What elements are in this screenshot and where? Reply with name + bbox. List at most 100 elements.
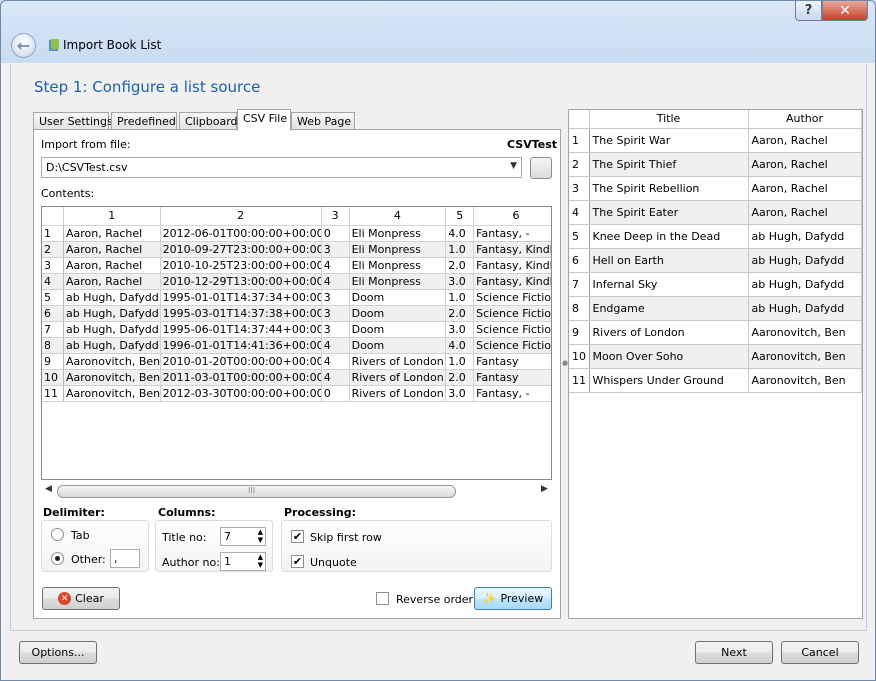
book-title: Whispers Under Ground	[589, 368, 749, 393]
list-item[interactable]: 7 Infernal Sky ab Hugh, Dafydd	[569, 272, 862, 297]
list-item[interactable]: 1 The Spirit War Aaron, Rachel	[569, 128, 862, 153]
chevron-down-icon[interactable]: ▼	[510, 161, 517, 171]
grid-horizontal-scrollbar[interactable]: ◀ III ▶	[41, 484, 552, 499]
scroll-grip: III	[248, 486, 256, 495]
book-title: The Spirit War	[589, 128, 749, 153]
unquote-checkbox[interactable]: ✔	[291, 555, 304, 568]
table-cell: Aaronovitch, Ben	[63, 369, 161, 386]
title-no-spinner[interactable]: 7 ▲ ▼	[220, 527, 266, 546]
list-item[interactable]: 5 Knee Deep in the Dead ab Hugh, Dafydd	[569, 224, 862, 249]
tab-csv-file[interactable]: CSV File	[237, 109, 291, 131]
table-cell: Aaron, Rachel	[63, 257, 161, 274]
list-item[interactable]: 9 Rivers of London Aaronovitch, Ben	[569, 320, 862, 345]
table-cell: 2.0	[445, 305, 475, 322]
table-cell: Science Fiction	[473, 321, 551, 338]
table-row[interactable]: 7 ab Hugh, Dafydd 1995-06-01T14:37:44+00:0…	[42, 321, 551, 338]
clear-button[interactable]: ✕ Clear	[42, 587, 120, 610]
grid-column-header[interactable]: 5	[445, 207, 475, 226]
row-number: 9	[42, 353, 64, 370]
chevron-left-icon[interactable]: ◀	[45, 484, 52, 494]
table-cell: Eli Monpress	[349, 241, 447, 258]
list-item[interactable]: 2 The Spirit Thief Aaron, Rachel	[569, 152, 862, 177]
table-row[interactable]: 1 Aaron, Rachel 2012-06-01T00:00:00+00:00 0…	[42, 225, 551, 242]
table-row[interactable]: 11 Aaronovitch, Ben 2012-03-30T00:00:00+00…	[42, 385, 551, 402]
table-cell: Science Fiction	[473, 305, 551, 322]
book-author: Aaron, Rachel	[748, 200, 862, 225]
table-row[interactable]: 5 ab Hugh, Dafydd 1995-01-01T14:37:34+00:0…	[42, 289, 551, 306]
app-book-icon	[49, 39, 59, 51]
tab-user-settings[interactable]: User Settings	[33, 112, 113, 130]
tab-clipboard[interactable]: Clipboard	[179, 112, 238, 130]
table-cell: Aaronovitch, Ben	[63, 353, 161, 370]
unquote-label: Unquote	[310, 556, 357, 569]
contents-label: Contents:	[41, 187, 95, 200]
table-row[interactable]: 8 ab Hugh, Dafydd 1996-01-01T14:41:36+00:0…	[42, 337, 551, 354]
book-title: Rivers of London	[589, 320, 749, 345]
book-title: Hell on Earth	[589, 248, 749, 273]
result-column-header[interactable]: Title	[589, 110, 749, 129]
options-button[interactable]: Options...	[19, 641, 97, 664]
grid-column-header[interactable]: 3	[321, 207, 350, 226]
preview-button[interactable]: ✨ Preview	[474, 587, 552, 610]
skip-first-row-checkbox[interactable]: ✔	[291, 530, 304, 543]
list-item[interactable]: 10 Moon Over Soho Aaronovitch, Ben	[569, 344, 862, 369]
other-delimiter-input[interactable]: ,	[110, 549, 140, 568]
spinner-arrows-icon[interactable]: ▲ ▼	[258, 553, 263, 569]
table-cell: 3	[321, 289, 350, 306]
table-cell: 1995-03-01T14:37:38+00:00	[160, 305, 322, 322]
scrollbar-thumb[interactable]: III	[57, 485, 456, 498]
title-no-label: Title no:	[162, 531, 207, 544]
book-title: Knee Deep in the Dead	[589, 224, 749, 249]
table-row[interactable]: 3 Aaron, Rachel 2010-10-25T23:00:00+00:00 4…	[42, 257, 551, 274]
list-item[interactable]: 4 The Spirit Eater Aaron, Rachel	[569, 200, 862, 225]
back-button[interactable]: ←	[11, 33, 36, 58]
browse-button[interactable]	[530, 157, 552, 179]
table-cell: 1995-06-01T14:37:44+00:00	[160, 321, 322, 338]
file-path-combo[interactable]: D:\CSVTest.csv ▼	[41, 157, 522, 178]
row-number: 1	[42, 225, 64, 242]
chevron-right-icon[interactable]: ▶	[541, 484, 548, 494]
list-item[interactable]: 11 Whispers Under Ground Aaronovitch, Ben	[569, 368, 862, 393]
result-list[interactable]: Title Author 1 The Spirit War Aaron, Rache…	[568, 109, 863, 619]
table-cell: Aaron, Rachel	[63, 273, 161, 290]
list-item[interactable]: 3 The Spirit Rebellion Aaron, Rachel	[569, 176, 862, 201]
contents-grid[interactable]: 1 2 3 4 5 6 7 1Aaron, Rachel2012-06-01T0…	[41, 206, 552, 480]
grid-column-header[interactable]: 1	[63, 207, 161, 226]
table-cell: Science Fiction	[473, 289, 551, 306]
delimiter-label: Delimiter:	[43, 506, 105, 519]
author-no-label: Author no:	[162, 556, 220, 569]
spinner-arrows-icon[interactable]: ▲ ▼	[258, 528, 263, 544]
result-column-header[interactable]: Author	[748, 110, 862, 129]
row-number: 4	[569, 200, 590, 225]
processing-label: Processing:	[284, 506, 356, 519]
list-item[interactable]: 8 Endgame ab Hugh, Dafydd	[569, 296, 862, 321]
table-cell: Fantasy	[473, 369, 551, 386]
table-cell: 1.0	[445, 289, 475, 306]
table-cell: ab Hugh, Dafydd	[63, 289, 161, 306]
tab-radio[interactable]	[51, 528, 64, 541]
grid-column-header[interactable]: 2	[160, 207, 322, 226]
help-button[interactable]: ?	[795, 1, 822, 21]
other-radio[interactable]	[51, 552, 64, 565]
author-no-spinner[interactable]: 1 ▲ ▼	[220, 552, 266, 571]
grid-column-header[interactable]: 6	[473, 207, 551, 226]
table-row[interactable]: 2 Aaron, Rachel 2010-09-27T23:00:00+00:00 3…	[42, 241, 551, 258]
tab-web-page[interactable]: Web Page	[291, 112, 355, 130]
book-title: Moon Over Soho	[589, 344, 749, 369]
table-cell: 2.0	[445, 257, 475, 274]
cancel-button[interactable]: Cancel	[781, 641, 859, 664]
table-row[interactable]: 10 Aaronovitch, Ben 2011-03-01T00:00:00+00…	[42, 369, 551, 386]
table-cell: Fantasy, Kindle	[473, 257, 551, 274]
list-item[interactable]: 6 Hell on Earth ab Hugh, Dafydd	[569, 248, 862, 273]
tab-predefined[interactable]: Predefined	[111, 112, 177, 130]
table-row[interactable]: 4 Aaron, Rachel 2010-12-29T13:00:00+00:00 4…	[42, 273, 551, 290]
tab-radio-label: Tab	[71, 529, 90, 542]
table-cell: ab Hugh, Dafydd	[63, 305, 161, 322]
grid-column-header[interactable]: 4	[349, 207, 447, 226]
table-cell: 3.0	[445, 385, 475, 402]
close-button[interactable]: ✕	[822, 1, 868, 21]
reverse-order-checkbox[interactable]	[376, 592, 389, 605]
table-row[interactable]: 9 Aaronovitch, Ben 2010-01-20T00:00:00+00:…	[42, 353, 551, 370]
table-row[interactable]: 6 ab Hugh, Dafydd 1995-03-01T14:37:38+00:0…	[42, 305, 551, 322]
next-button[interactable]: Next	[695, 641, 773, 664]
